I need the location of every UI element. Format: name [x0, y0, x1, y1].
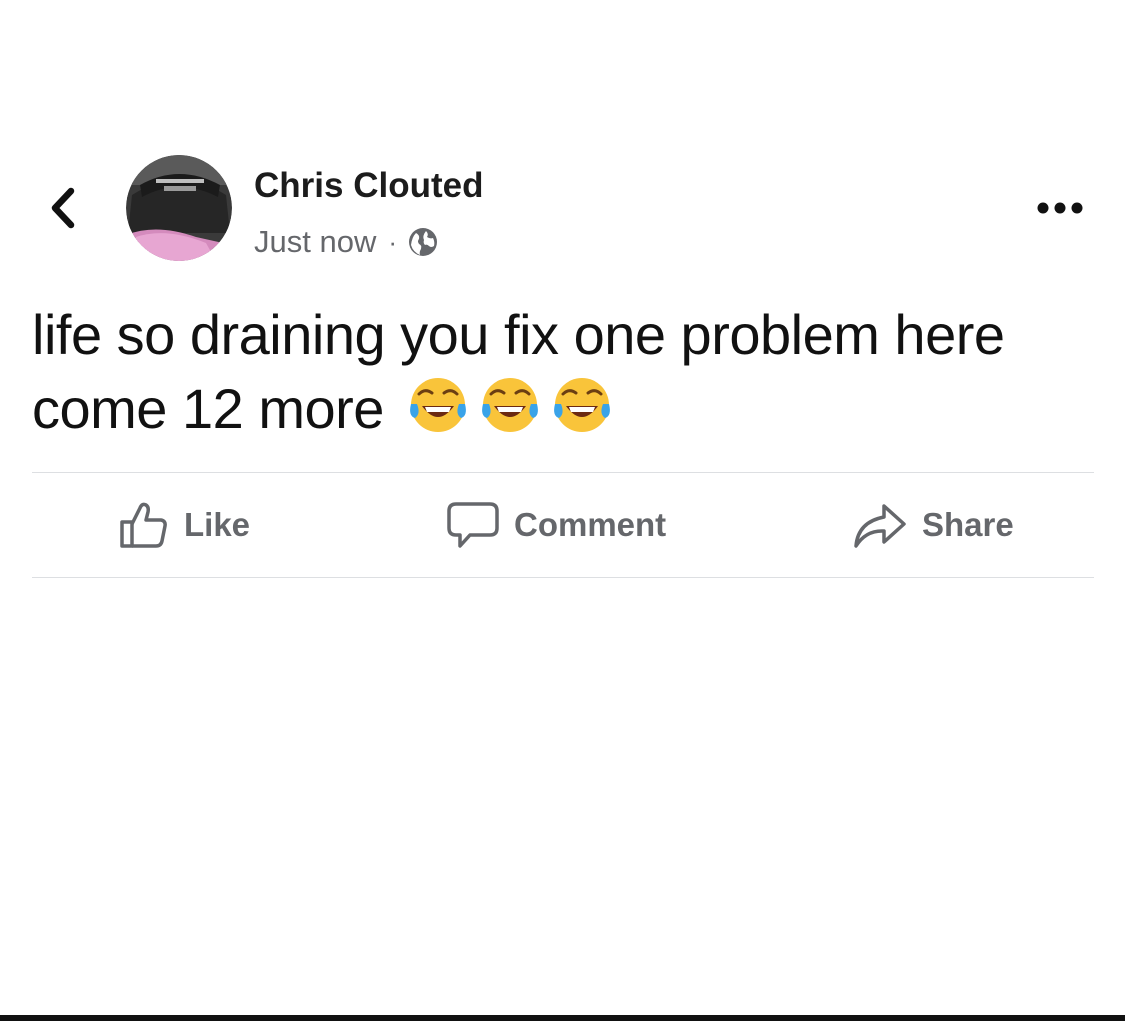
- laughing-emoji-icon: [410, 378, 466, 432]
- post-meta: Just now ·: [254, 222, 439, 262]
- more-options-button[interactable]: [1030, 188, 1090, 228]
- post-timestamp[interactable]: Just now: [254, 224, 376, 260]
- meta-separator: ·: [388, 226, 398, 257]
- back-button[interactable]: [38, 183, 88, 233]
- avatar[interactable]: [126, 155, 232, 261]
- divider: [32, 577, 1094, 578]
- post-body: life so draining you fix one problem her…: [32, 298, 1102, 446]
- post-action-bar: Like Comment Share: [32, 473, 1094, 577]
- screen-bottom-edge: [0, 1015, 1125, 1021]
- comment-bubble-icon: [447, 502, 499, 548]
- globe-icon[interactable]: [407, 226, 439, 258]
- emoji-group: [407, 374, 613, 436]
- laughing-emoji-icon: [554, 378, 610, 432]
- laughing-emoji-icon: [482, 378, 538, 432]
- avatar-image: [126, 155, 232, 261]
- comment-label: Comment: [514, 506, 667, 543]
- share-arrow-icon: [854, 504, 906, 548]
- comment-button[interactable]: Comment: [446, 473, 666, 577]
- thumbs-up-icon: [120, 502, 167, 548]
- author-name[interactable]: Chris Clouted: [254, 166, 483, 206]
- chevron-left-icon: [51, 187, 75, 229]
- like-button[interactable]: Like: [118, 473, 250, 577]
- share-label: Share: [922, 506, 1014, 543]
- like-label: Like: [184, 506, 251, 543]
- ellipsis-icon: [1037, 202, 1083, 214]
- share-button[interactable]: Share: [852, 473, 1014, 577]
